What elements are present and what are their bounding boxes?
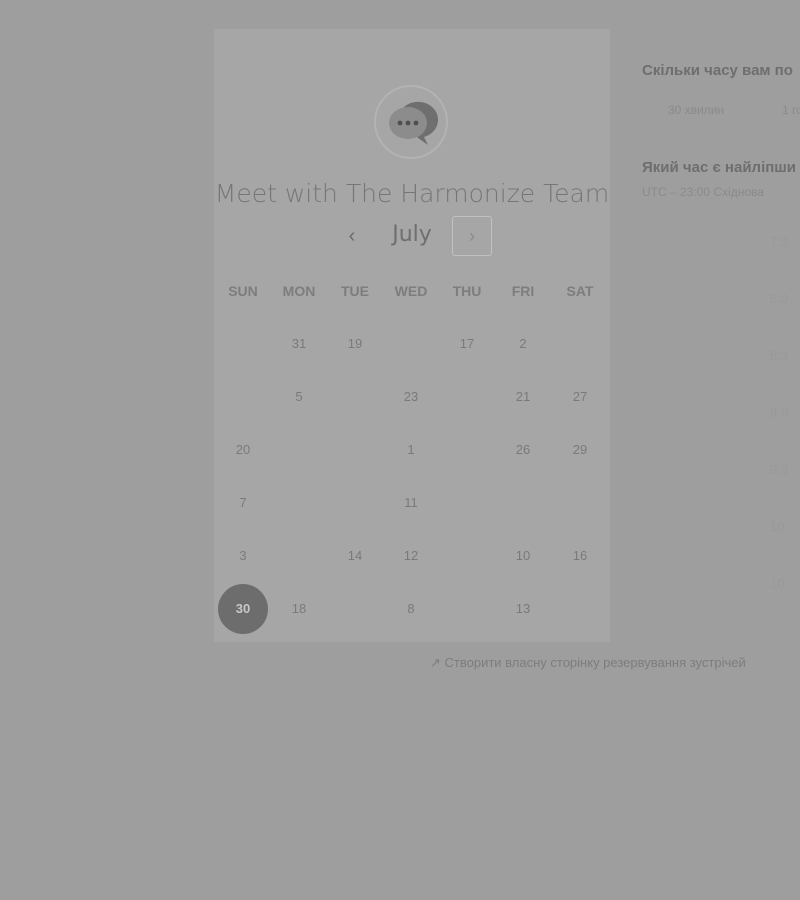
- weekday-label: FRI: [511, 283, 535, 299]
- calendar-day[interactable]: 27: [560, 387, 600, 407]
- calendar-day[interactable]: 13: [503, 599, 543, 619]
- calendar-day[interactable]: 5: [279, 387, 319, 407]
- chat-bubble-icon: [389, 101, 439, 145]
- calendar-day[interactable]: 18: [279, 599, 319, 619]
- calendar-day[interactable]: 23: [391, 387, 431, 407]
- chevron-left-icon: ‹: [348, 225, 356, 247]
- previous-month-button[interactable]: ‹: [334, 219, 370, 255]
- selected-day[interactable]: 30: [218, 584, 268, 634]
- chevron-right-icon: ›: [469, 226, 475, 246]
- time-question: Який час є найліпши: [642, 159, 797, 176]
- time-slot[interactable]: 10:: [770, 519, 788, 534]
- calendar-day[interactable]: 29: [560, 440, 600, 460]
- weekday-label: SAT: [566, 283, 594, 299]
- calendar-day[interactable]: 11: [391, 493, 431, 513]
- calendar-card: Meet with The Harmonize Team ‹ July › SU…: [214, 29, 610, 642]
- duration-option-30[interactable]: 30 хвилин: [668, 103, 724, 117]
- time-slot[interactable]: 9:3: [770, 462, 788, 477]
- time-slot[interactable]: 7:3: [770, 234, 788, 249]
- hubspot-icon: ↗: [430, 655, 441, 670]
- weekday-header: SUN MON TUE WED THU FRI SAT: [214, 283, 610, 303]
- time-slot[interactable]: 8:3: [770, 348, 788, 363]
- weekday-label: MON: [282, 283, 316, 299]
- calendar-day[interactable]: 12: [391, 546, 431, 566]
- month-label: July: [392, 222, 432, 247]
- calendar-day[interactable]: 16: [560, 546, 600, 566]
- create-booking-page-text: Створити власну сторінку резервування зу…: [444, 655, 746, 670]
- time-slot[interactable]: 8:0: [770, 291, 788, 306]
- calendar-day[interactable]: 3: [223, 546, 263, 566]
- calendar-day[interactable]: 20: [223, 440, 263, 460]
- create-booking-page-link[interactable]: ↗ Створити власну сторінку резервування …: [430, 655, 746, 671]
- calendar-day[interactable]: 10: [503, 546, 543, 566]
- calendar-day[interactable]: 21: [503, 387, 543, 407]
- weekday-label: SUN: [228, 283, 258, 299]
- next-month-button[interactable]: ›: [452, 216, 492, 256]
- calendar-day[interactable]: 8: [391, 599, 431, 619]
- calendar-day[interactable]: 2: [503, 334, 543, 354]
- calendar-day[interactable]: 26: [503, 440, 543, 460]
- calendar-day[interactable]: 31: [279, 334, 319, 354]
- timezone-selector[interactable]: UTC – 23:00 Східнова: [642, 185, 764, 199]
- calendar-day[interactable]: 14: [335, 546, 375, 566]
- weekday-label: THU: [452, 283, 482, 299]
- time-slot[interactable]: 9:0: [770, 405, 788, 420]
- time-slot[interactable]: 10:: [770, 576, 788, 591]
- calendar-day[interactable]: 1: [391, 440, 431, 460]
- calendar-day[interactable]: 7: [223, 493, 263, 513]
- duration-option-60[interactable]: 1 го: [782, 103, 800, 117]
- duration-question: Скільки часу вам по: [642, 62, 793, 79]
- weekday-label: WED: [394, 283, 428, 299]
- calendar-day[interactable]: 19: [335, 334, 375, 354]
- page-title: Meet with The Harmonize Team: [214, 179, 610, 208]
- calendar-day[interactable]: 17: [447, 334, 487, 354]
- weekday-label: TUE: [341, 283, 369, 299]
